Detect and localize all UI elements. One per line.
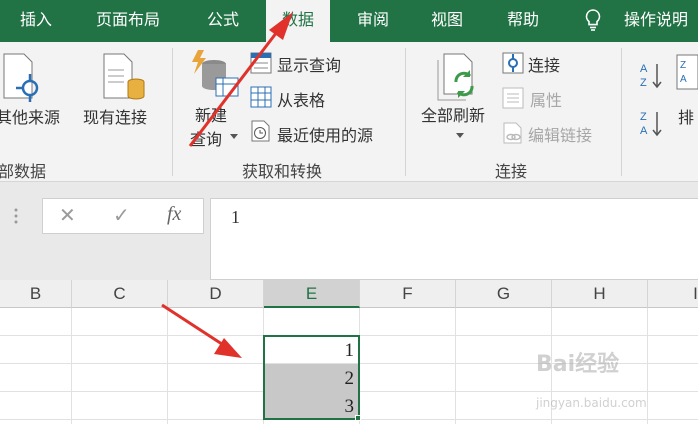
annotation-arrows (161, 12, 293, 358)
excel-window: 插入 页面布局 公式 数据 审阅 视图 帮助 操作说明 其他来源 部数据 现有连… (0, 0, 698, 424)
arrow-to-data-tab (188, 12, 293, 147)
arrow-to-cells (161, 303, 242, 358)
